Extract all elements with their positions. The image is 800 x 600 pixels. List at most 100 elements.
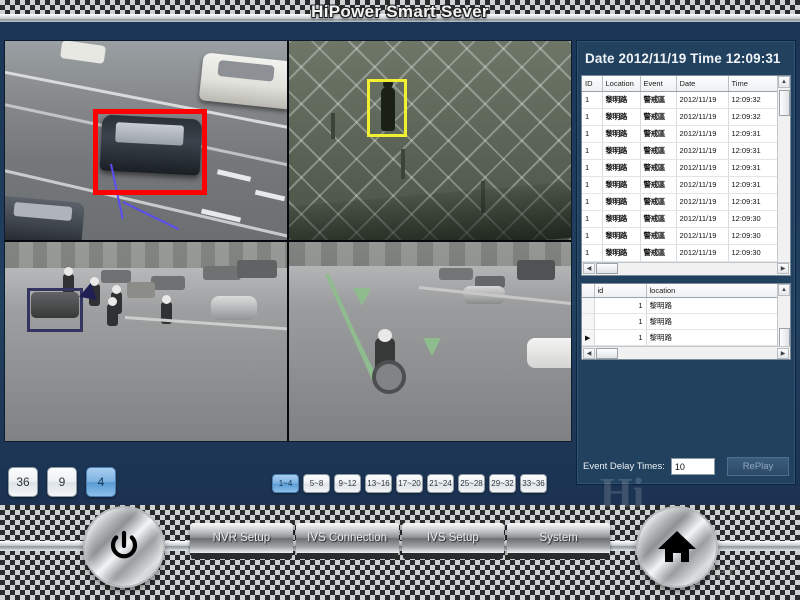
table-row[interactable]: 1黎明路警戒區2012/11/1912:09:31 [582,142,790,159]
channel-page-button-1-4[interactable]: 1~4 [272,474,299,493]
watermark-text: Hi [600,470,644,518]
lane-dash [217,169,251,182]
table-row[interactable]: 1黎明路 [582,298,790,314]
channel-page-button-25-28[interactable]: 25~28 [458,474,485,493]
event-cell-date: 2012/11/19 [676,176,728,193]
scroll-left-icon[interactable]: ◀ [583,348,595,359]
menu-item-ivs-setup[interactable]: IVS Setup [402,523,505,553]
video-cell-4[interactable] [289,242,571,441]
event-cell-location: 黎明路 [602,125,640,142]
menu-item-system[interactable]: System [507,523,610,553]
layout-button-36[interactable]: 36 [8,467,38,497]
event-cell-event: 警戒區 [640,227,676,244]
table-row[interactable]: 1黎明路警戒區2012/11/1912:09:31 [582,176,790,193]
video-cell-3[interactable] [5,242,287,441]
event-table-vertical-scrollbar[interactable]: ▲ ▼ [777,76,790,275]
tracked-motorcycle [375,338,395,384]
channel-page-button-29-32[interactable]: 29~32 [489,474,516,493]
event-cell-event: 警戒區 [640,244,676,261]
table-row[interactable]: 1黎明路 [582,314,790,330]
scrollbar-thumb[interactable] [596,263,618,274]
column-header-id[interactable]: id [594,284,646,298]
power-button[interactable] [85,508,163,586]
vehicle [237,260,277,278]
event-table-horizontal-scrollbar[interactable]: ◀ ▶ [582,262,790,275]
event-cell-event: 警戒區 [640,159,676,176]
table-row[interactable]: 1黎明路警戒區2012/11/1912:09:30 [582,227,790,244]
detection-box-red [93,109,207,195]
event-cell-date: 2012/11/19 [676,125,728,142]
event-cell-date: 2012/11/19 [676,108,728,125]
location-table-header-row: id location [582,284,790,298]
event-table: ID Location Event Date Time 1黎明路警戒區2012/… [582,76,790,262]
datetime-display: Date 2012/11/19 Time 12:09:31 [577,41,795,75]
home-icon [656,526,698,568]
channel-page-button-17-20[interactable]: 17~20 [396,474,423,493]
location-cell-location: 黎明路 [646,314,790,330]
channel-page-button-9-12[interactable]: 9~12 [334,474,361,493]
scroll-up-icon[interactable]: ▲ [778,284,790,296]
vehicle [151,276,185,290]
event-cell-id: 1 [582,142,602,159]
vehicle [101,270,131,283]
column-header-id[interactable]: ID [582,76,602,91]
table-row[interactable]: 1黎明路警戒區2012/11/1912:09:30 [582,244,790,261]
location-table-horizontal-scrollbar[interactable]: ◀ ▶ [582,346,790,359]
table-row[interactable]: ▶1黎明路 [582,330,790,346]
scrollbar-thumb[interactable] [779,90,790,116]
vehicle [517,260,555,280]
table-row[interactable]: 1黎明路警戒區2012/11/1912:09:31 [582,193,790,210]
channel-page-button-33-36[interactable]: 33~36 [520,474,547,493]
vehicle [127,282,155,298]
location-cell-location: 黎明路 [646,298,790,314]
scroll-left-icon[interactable]: ◀ [583,263,595,274]
row-selector-icon[interactable] [582,298,594,314]
vehicle [5,195,85,240]
scrollbar-thumb[interactable] [596,348,618,359]
event-cell-id: 1 [582,227,602,244]
scroll-up-icon[interactable]: ▲ [778,76,790,88]
location-cell-id: 1 [594,298,646,314]
table-row[interactable]: 1黎明路警戒區2012/11/1912:09:32 [582,108,790,125]
event-cell-id: 1 [582,91,602,108]
column-header-location[interactable]: location [646,284,790,298]
vehicle [60,41,106,64]
event-cell-location: 黎明路 [602,108,640,125]
home-button[interactable] [638,508,716,586]
fence-post [331,113,335,139]
event-cell-event: 警戒區 [640,125,676,142]
scroll-right-icon[interactable]: ▶ [777,348,789,359]
channel-page-button-21-24[interactable]: 21~24 [427,474,454,493]
channel-page-button-13-16[interactable]: 13~16 [365,474,392,493]
event-cell-date: 2012/11/19 [676,227,728,244]
channel-page-button-5-8[interactable]: 5~8 [303,474,330,493]
location-cell-id: 1 [594,330,646,346]
event-cell-event: 警戒區 [640,176,676,193]
row-selector-icon[interactable]: ▶ [582,330,594,346]
event-cell-location: 黎明路 [602,142,640,159]
table-row[interactable]: 1黎明路警戒區2012/11/1912:09:30 [582,210,790,227]
scroll-right-icon[interactable]: ▶ [777,263,789,274]
row-selector-icon[interactable] [582,314,594,330]
table-row[interactable]: 1黎明路警戒區2012/11/1912:09:31 [582,159,790,176]
event-table-container[interactable]: ID Location Event Date Time 1黎明路警戒區2012/… [581,75,791,276]
video-cell-1[interactable] [5,41,287,240]
event-cell-id: 1 [582,125,602,142]
event-cell-event: 警戒區 [640,108,676,125]
location-table-container[interactable]: id location 1黎明路1黎明路▶1黎明路 ▲ ▼ ◀ ▶ [581,283,791,361]
menu-item-nvr-setup[interactable]: NVR Setup [190,523,293,553]
table-row[interactable]: 1黎明路警戒區2012/11/1912:09:31 [582,125,790,142]
column-header-location[interactable]: Location [602,76,640,91]
menu-item-ivs-connection[interactable]: IVS Connection [296,523,399,553]
table-row[interactable]: 1黎明路警戒區2012/11/1912:09:32 [582,91,790,108]
layout-button-4[interactable]: 4 [86,467,116,497]
event-cell-date: 2012/11/19 [676,91,728,108]
column-header-date[interactable]: Date [676,76,728,91]
vehicle [211,296,257,320]
layout-button-9[interactable]: 9 [47,467,77,497]
video-cell-2[interactable] [289,41,571,240]
column-header-event[interactable]: Event [640,76,676,91]
event-delay-input[interactable] [671,458,715,475]
event-cell-location: 黎明路 [602,159,640,176]
replay-button[interactable]: RePlay [727,457,789,476]
